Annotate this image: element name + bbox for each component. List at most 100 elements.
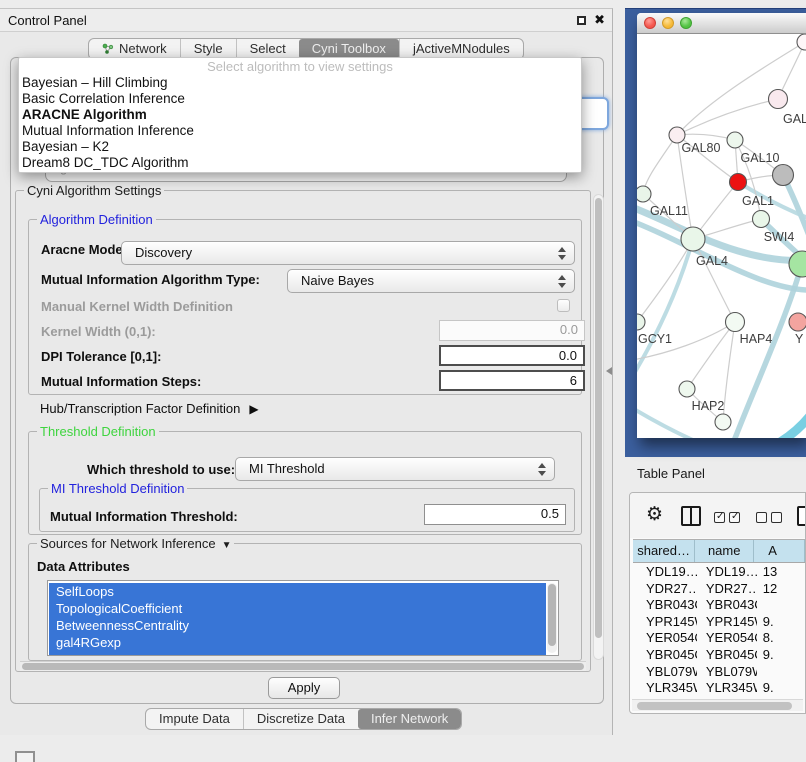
data-attributes-list[interactable]: SelfLoopsTopologicalCoefficientBetweenne… xyxy=(47,580,559,656)
table-row[interactable]: YBR043CYBR043C xyxy=(633,597,805,614)
tab-network[interactable]: Network xyxy=(89,39,180,59)
table-row[interactable]: YDR27…YDR27…12 xyxy=(633,581,805,598)
attribute-item[interactable]: BetweennessCentrality xyxy=(49,617,546,634)
attribute-item[interactable]: SelfLoops xyxy=(49,583,546,600)
algorithm-popup-items: Bayesian – Hill ClimbingBasic Correlatio… xyxy=(19,75,581,171)
hub-definition-toggle[interactable]: Hub/Transcription Factor Definition▶ xyxy=(40,401,259,416)
algorithm-option[interactable]: Dream8 DC_TDC Algorithm xyxy=(19,155,581,171)
table-row[interactable]: YBL079WYBL079W xyxy=(633,664,805,681)
tab-select[interactable]: Select xyxy=(236,39,299,59)
mac-zoom-icon[interactable] xyxy=(680,17,692,29)
network-node-gal4[interactable] xyxy=(681,227,705,251)
table-horizontal-scrollbar[interactable] xyxy=(632,699,803,711)
table-cell: 8. xyxy=(757,630,805,647)
mi-threshold-field[interactable]: 0.5 xyxy=(424,504,566,525)
settings-horizontal-scrollbar[interactable] xyxy=(20,661,586,671)
network-node[interactable] xyxy=(789,251,806,277)
tab-impute-data[interactable]: Impute Data xyxy=(146,709,243,729)
node-label: HAP2 xyxy=(692,399,725,413)
network-node-gcy1[interactable] xyxy=(637,314,645,330)
attributes-scrollbar[interactable] xyxy=(547,583,557,653)
gear-icon[interactable]: ⚙ xyxy=(646,503,663,526)
node-label: GAL80 xyxy=(682,141,721,155)
aracne-mode-combo[interactable]: Discovery xyxy=(121,241,575,265)
table-cell: 13 xyxy=(757,564,805,581)
mi-type-combo[interactable]: Naive Bayes xyxy=(287,269,575,293)
dpi-tolerance-field[interactable]: 0.0 xyxy=(439,345,585,366)
algorithm-option[interactable]: Basic Correlation Inference xyxy=(19,91,581,107)
tab-cyni-toolbox[interactable]: Cyni Toolbox xyxy=(299,39,399,59)
table-toolbar: ⚙ xyxy=(630,493,805,538)
network-node-gal11[interactable] xyxy=(637,186,651,202)
kernel-width-field[interactable]: 0.0 xyxy=(439,320,585,341)
tab-label: Infer Network xyxy=(371,709,448,729)
column-header[interactable]: name xyxy=(695,540,754,562)
select-all-columns-icon[interactable] xyxy=(714,512,740,523)
settings-vertical-scrollbar[interactable] xyxy=(593,194,604,660)
close-icon[interactable]: ✖ xyxy=(594,12,605,28)
aracne-mode-value: Discovery xyxy=(135,245,192,260)
cyni-bottom-tabs: Impute Data Discretize Data Infer Network xyxy=(145,708,462,730)
which-threshold-combo[interactable]: MI Threshold xyxy=(235,457,555,481)
cyni-algorithm-settings-group: Cyni Algorithm Settings Algorithm Defini… xyxy=(15,190,591,672)
tab-label: Discretize Data xyxy=(257,709,345,729)
network-node-swi4[interactable] xyxy=(753,211,770,228)
tab-infer-network[interactable]: Infer Network xyxy=(358,709,461,729)
column-header[interactable]: shared… xyxy=(633,540,695,562)
collapse-right-icon: ▶ xyxy=(249,402,258,416)
tab-style[interactable]: Style xyxy=(180,39,236,59)
mi-steps-field[interactable]: 6 xyxy=(439,370,585,391)
screen: Control Panel ✖ NetworkStyleSelectCyni T… xyxy=(0,0,806,762)
table-cell: YBL079W xyxy=(633,664,697,681)
network-node-gal10[interactable] xyxy=(727,132,743,148)
network-node[interactable] xyxy=(773,165,794,186)
table-cell xyxy=(757,664,805,681)
mac-close-icon[interactable] xyxy=(644,17,656,29)
table-row[interactable]: YLR345WYLR345W9. xyxy=(633,680,805,697)
table-cell: 9. xyxy=(757,680,805,697)
column-header[interactable]: A xyxy=(754,540,805,562)
network-node-hap4[interactable] xyxy=(726,313,745,332)
split-columns-icon[interactable] xyxy=(681,506,701,526)
network-node-hap2[interactable] xyxy=(679,381,695,397)
algorithm-option[interactable]: Bayesian – Hill Climbing xyxy=(19,75,581,91)
algorithm-popup-placeholder: Select algorithm to view settings xyxy=(19,59,581,75)
dock-icon[interactable] xyxy=(15,751,35,762)
algorithm-option[interactable]: Bayesian – K2 xyxy=(19,139,581,155)
table-cell: 9. xyxy=(757,647,805,664)
float-window-icon[interactable] xyxy=(577,16,586,25)
control-panel-title: Control Panel xyxy=(8,13,87,28)
table-mode-icon[interactable] xyxy=(797,506,806,526)
table-row[interactable]: YBR045CYBR045C9. xyxy=(633,647,805,664)
algorithm-option[interactable]: ARACNE Algorithm xyxy=(19,107,581,123)
network-node-y[interactable] xyxy=(789,313,806,331)
table-cell: YPR145W xyxy=(697,614,757,631)
node-label: GAL10 xyxy=(741,151,780,165)
control-panel-titlebar: Control Panel ✖ xyxy=(0,9,612,32)
network-canvas[interactable]: GALGAL80GAL10GAL1GAL11SWI4GAL4GCY1HAP4YH… xyxy=(637,34,806,438)
which-threshold-label: Which threshold to use: xyxy=(87,462,235,477)
sources-group-title[interactable]: Sources for Network Inference▼ xyxy=(37,536,234,551)
deselect-all-columns-icon[interactable] xyxy=(756,512,782,523)
table-cell: YBR045C xyxy=(697,647,757,664)
table-row[interactable]: YDL19…YDL19…13 xyxy=(633,564,805,581)
algorithm-option[interactable]: Mutual Information Inference xyxy=(19,123,581,139)
table-cell: 12 xyxy=(757,581,805,598)
table-row[interactable]: YPR145WYPR145W9. xyxy=(633,614,805,631)
network-node-gal1[interactable] xyxy=(730,174,747,191)
table-cell: YDR27… xyxy=(697,581,757,598)
tab-jactivemnodules[interactable]: jActiveMNodules xyxy=(399,39,523,59)
manual-kernel-checkbox[interactable] xyxy=(557,299,570,312)
mi-type-label: Mutual Information Algorithm Type: xyxy=(41,272,260,287)
tab-label: Impute Data xyxy=(159,709,230,729)
panel-collapse-arrow[interactable] xyxy=(606,367,612,375)
network-node[interactable] xyxy=(797,34,806,50)
table-row[interactable]: YER054CYER054C8. xyxy=(633,630,805,647)
tab-discretize-data[interactable]: Discretize Data xyxy=(243,709,358,729)
attribute-item[interactable]: TopologicalCoefficient xyxy=(49,600,546,617)
network-node-gal[interactable] xyxy=(769,90,788,109)
mac-minimize-icon[interactable] xyxy=(662,17,674,29)
attribute-item[interactable]: gal4RGexp xyxy=(49,634,546,651)
apply-button[interactable]: Apply xyxy=(268,677,340,699)
network-node[interactable] xyxy=(715,414,731,430)
